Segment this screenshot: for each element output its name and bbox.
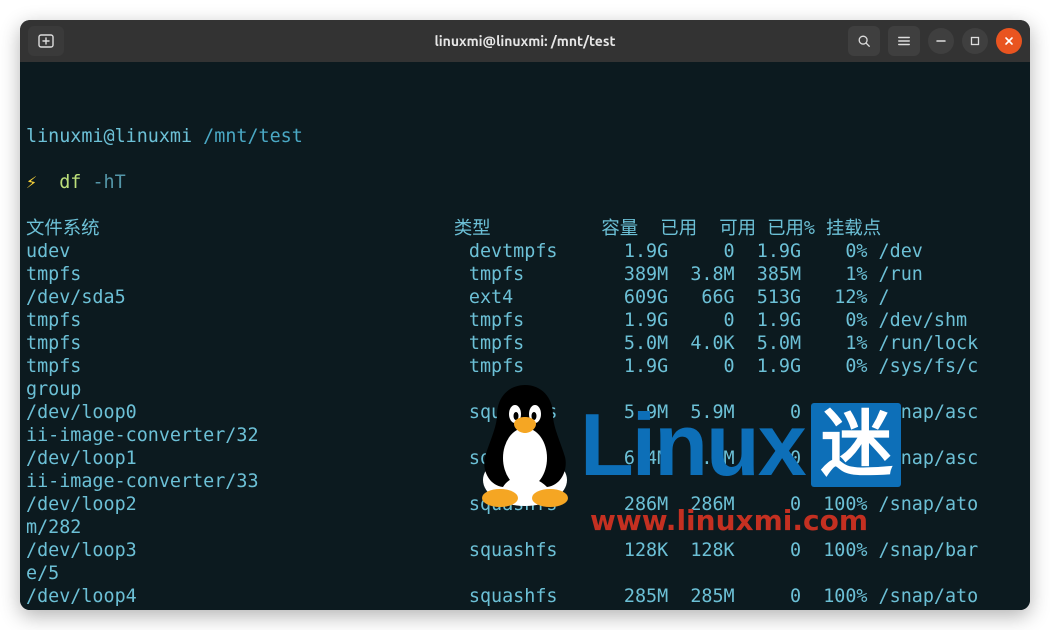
df-row: tmpfs tmpfs 1.9G 0 1.9G 0% /sys/fs/c <box>26 355 1024 378</box>
maximize-icon <box>970 36 980 46</box>
search-icon <box>857 34 871 48</box>
prompt-line-2: ⚡ df -hT <box>26 171 1024 194</box>
df-row: m/282 <box>26 516 1024 539</box>
df-row: udev devtmpfs 1.9G 0 1.9G 0% /dev <box>26 240 1024 263</box>
close-icon <box>1004 36 1014 46</box>
command-args: -hT <box>92 172 125 193</box>
df-row: m/286 <box>26 608 1024 610</box>
df-row: tmpfs tmpfs 1.9G 0 1.9G 0% /dev/shm <box>26 309 1024 332</box>
df-row: /dev/sda5 ext4 609G 66G 513G 12% / <box>26 286 1024 309</box>
df-row: /dev/loop1 squashfs 6.4M 6.4M 0 100% /sn… <box>26 447 1024 470</box>
menu-button[interactable] <box>888 26 920 56</box>
df-row: /dev/loop0 squashfs 5.9M 5.9M 0 100% /sn… <box>26 401 1024 424</box>
new-tab-button[interactable] <box>28 26 64 56</box>
close-button[interactable] <box>996 28 1022 54</box>
hamburger-icon <box>897 34 911 48</box>
df-row: ii-image-converter/33 <box>26 470 1024 493</box>
terminal-window: linuxmi@linuxmi: /mnt/test <box>20 20 1030 610</box>
search-button[interactable] <box>848 26 880 56</box>
prompt-user: linuxmi@linuxmi <box>26 126 192 147</box>
prompt-line-1: linuxmi@linuxmi /mnt/test <box>26 125 1024 148</box>
df-row: /dev/loop4 squashfs 285M 285M 0 100% /sn… <box>26 585 1024 608</box>
new-tab-icon <box>38 33 54 49</box>
df-row: tmpfs tmpfs 5.0M 4.0K 5.0M 1% /run/lock <box>26 332 1024 355</box>
df-header-row: 文件系统 类型 容量 已用 可用 已用% 挂载点 <box>26 217 1024 240</box>
df-row: group <box>26 378 1024 401</box>
titlebar-right <box>848 26 1030 56</box>
df-output: 文件系统 类型 容量 已用 可用 已用% 挂载点udev devtmpfs 1.… <box>26 217 1024 610</box>
df-row: ii-image-converter/32 <box>26 424 1024 447</box>
titlebar: linuxmi@linuxmi: /mnt/test <box>20 20 1030 62</box>
prompt-path: /mnt/test <box>203 126 303 147</box>
terminal-body[interactable]: linuxmi@linuxmi /mnt/test ⚡ df -hT 文件系统 … <box>20 62 1030 610</box>
df-row: e/5 <box>26 562 1024 585</box>
df-row: /dev/loop2 squashfs 286M 286M 0 100% /sn… <box>26 493 1024 516</box>
command: df <box>59 172 81 193</box>
minimize-icon <box>936 36 946 46</box>
df-row: tmpfs tmpfs 389M 3.8M 385M 1% /run <box>26 263 1024 286</box>
lightning-icon: ⚡ <box>26 172 37 193</box>
maximize-button[interactable] <box>962 28 988 54</box>
df-row: /dev/loop3 squashfs 128K 128K 0 100% /sn… <box>26 539 1024 562</box>
minimize-button[interactable] <box>928 28 954 54</box>
